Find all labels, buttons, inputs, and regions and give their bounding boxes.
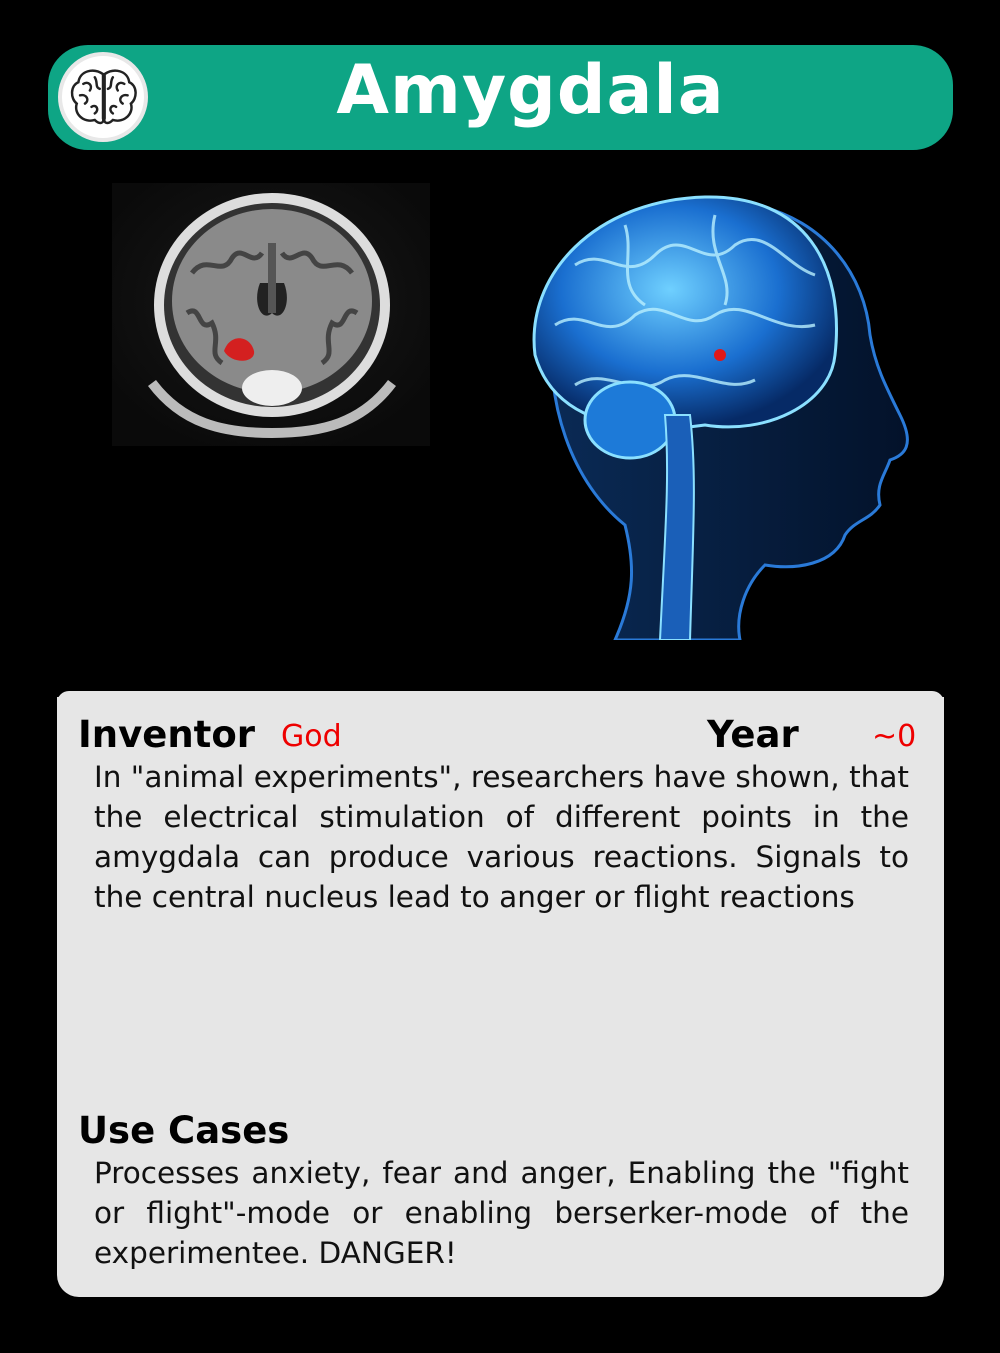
info-panel: Inventor God Year ~0 In "animal experime… — [57, 691, 944, 1297]
brain-3d-image — [532, 195, 909, 640]
year-value: ~0 — [872, 719, 917, 754]
inventor-value: God — [281, 719, 342, 754]
description-text: In "animal experiments", researchers hav… — [94, 760, 909, 914]
inventor-label: Inventor — [78, 713, 256, 756]
card-header: Amygdala — [48, 45, 953, 150]
mri-image — [112, 183, 430, 446]
year-label: Year — [707, 713, 799, 756]
use-cases-text: Processes anxiety, fear and anger, Enabl… — [94, 1156, 909, 1270]
use-cases-label: Use Cases — [78, 1109, 290, 1152]
card-title: Amygdala — [336, 51, 725, 130]
